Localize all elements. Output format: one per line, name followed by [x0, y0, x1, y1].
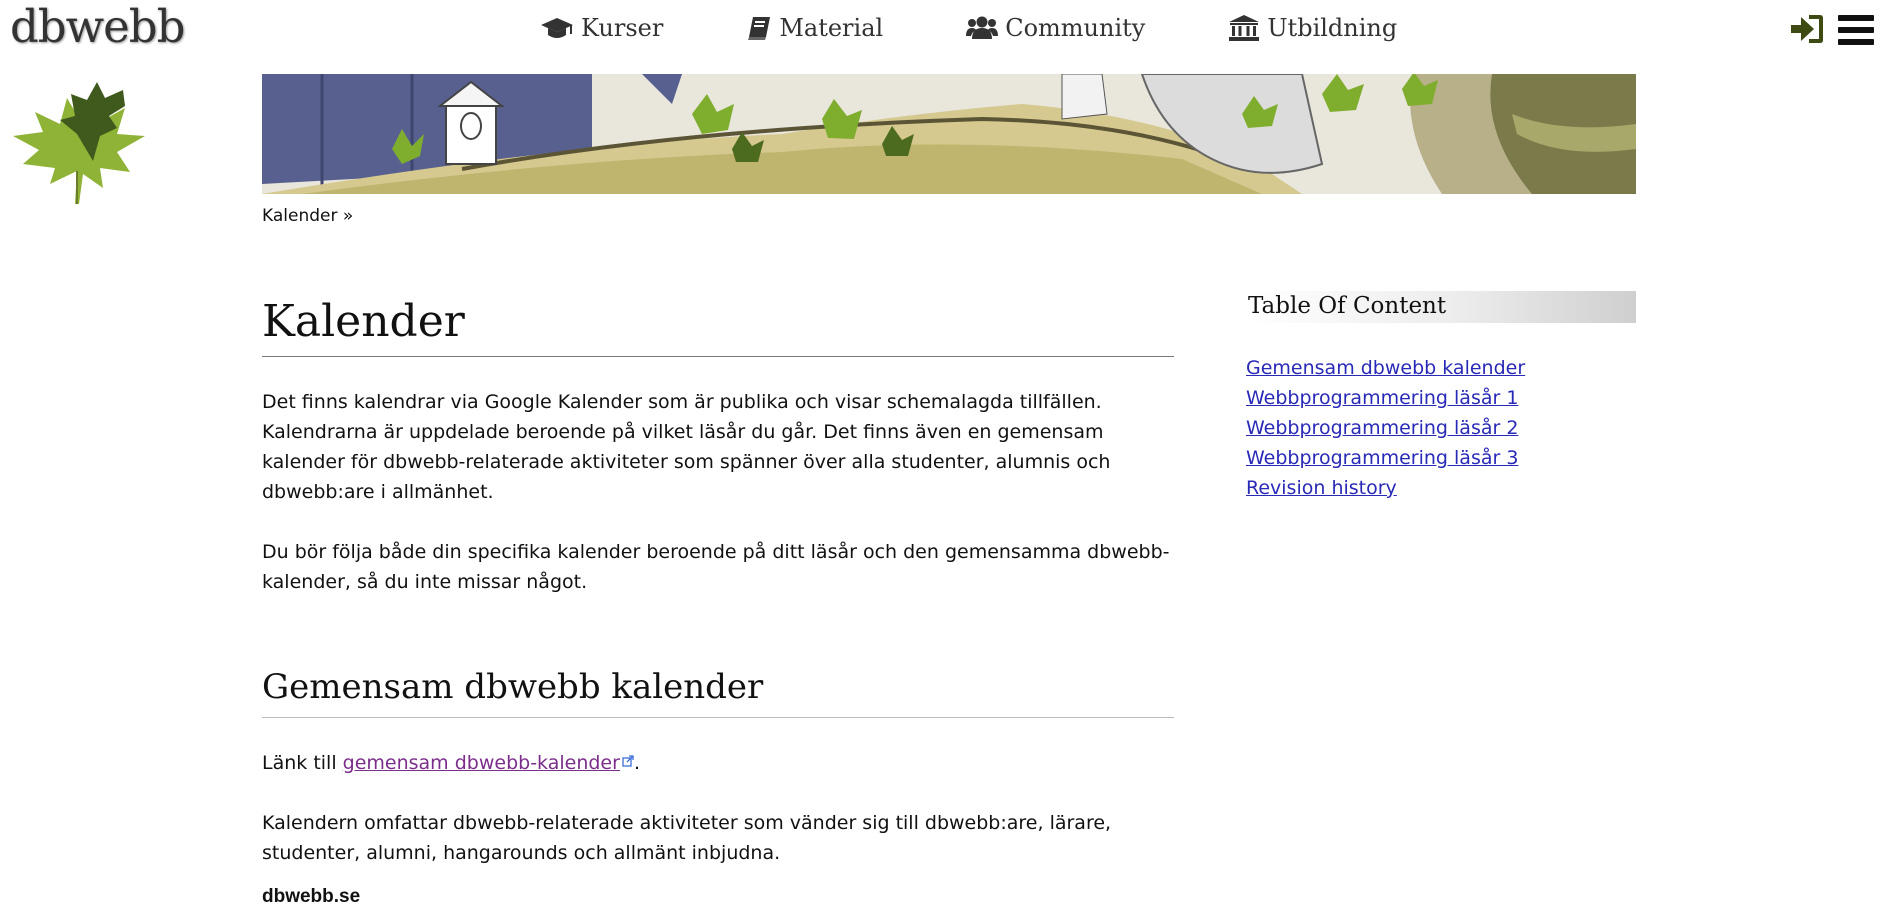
main-article: Kalender Det finns kalendrar via Google … — [262, 294, 1174, 908]
toc-list: Gemensam dbwebb kalender Webbprogrammeri… — [1246, 353, 1636, 503]
external-link-icon — [622, 746, 634, 776]
toc-title: Table Of Content — [1246, 291, 1636, 323]
breadcrumb-separator: » — [337, 206, 354, 226]
table-of-content: Table Of Content Gemensam dbwebb kalende… — [1246, 291, 1636, 503]
toc-link-revision-history[interactable]: Revision history — [1246, 473, 1636, 503]
page-title: Kalender — [262, 294, 1174, 357]
maple-leaf-decoration — [5, 76, 150, 215]
link-suffix-text: . — [633, 752, 640, 774]
section-paragraph: Kalendern omfattar dbwebb-relaterade akt… — [262, 812, 1112, 864]
calendar-link-paragraph: Länk till gemensam dbwebb-kalender. — [262, 746, 1174, 778]
toc-link-lasar-2[interactable]: Webbprogrammering läsår 2 — [1246, 413, 1636, 443]
intro-paragraph-1: Det finns kalendrar via Google Kalender … — [262, 391, 1111, 503]
toc-link-gemensam[interactable]: Gemensam dbwebb kalender — [1246, 353, 1636, 383]
nav-community[interactable]: Community — [966, 8, 1145, 48]
gemensam-kalender-link[interactable]: gemensam dbwebb-kalender — [343, 752, 620, 774]
header-banner-image — [262, 74, 1636, 194]
intro-paragraph-2: Du bör följa både din specifika kalender… — [262, 541, 1170, 593]
toc-link-lasar-3[interactable]: Webbprogrammering läsår 3 — [1246, 443, 1636, 473]
nav-label: Material — [779, 14, 884, 42]
embedded-calendar-site-label: dbwebb.se — [262, 886, 361, 907]
nav-kurser[interactable]: Kurser — [540, 8, 663, 48]
sign-in-icon[interactable] — [1789, 12, 1825, 50]
institution-icon — [1228, 14, 1260, 42]
site-logo[interactable]: dbwebb — [10, 0, 185, 53]
hamburger-menu-icon[interactable] — [1838, 14, 1874, 50]
breadcrumb: Kalender » — [262, 206, 353, 226]
book-icon — [746, 15, 772, 41]
users-icon — [966, 15, 999, 41]
section-heading-gemensam: Gemensam dbwebb kalender — [262, 665, 1174, 718]
nav-utbildning[interactable]: Utbildning — [1228, 8, 1397, 48]
nav-label: Utbildning — [1267, 14, 1398, 42]
toc-link-lasar-1[interactable]: Webbprogrammering läsår 1 — [1246, 383, 1636, 413]
breadcrumb-link-kalender[interactable]: Kalender — [262, 206, 337, 226]
nav-label: Kurser — [581, 14, 664, 42]
nav-label: Community — [1005, 14, 1146, 42]
link-prefix-text: Länk till — [262, 752, 343, 774]
nav-material[interactable]: Material — [746, 8, 883, 48]
main-nav: Kurser Material Community Utbildning — [540, 8, 1480, 48]
graduation-cap-icon — [540, 15, 574, 41]
